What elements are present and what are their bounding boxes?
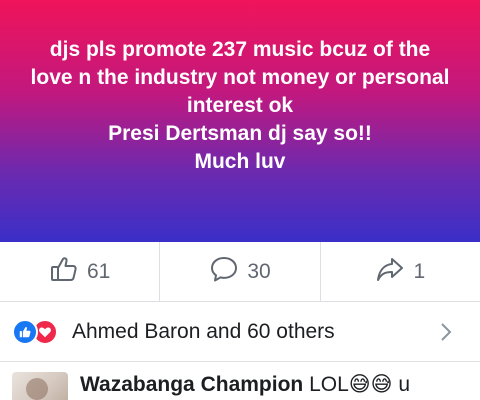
chevron-right-icon	[441, 323, 452, 341]
share-button[interactable]: 1	[321, 242, 480, 301]
comment-item: Wazabanga Champion LOL😅😅 u	[0, 362, 480, 400]
reactions-summary-text: Ahmed Baron and 60 others	[72, 319, 335, 343]
comment-author[interactable]: Wazabanga Champion	[80, 373, 303, 396]
share-arrow-icon	[375, 254, 405, 290]
share-count: 1	[413, 259, 426, 283]
thumbs-up-icon	[49, 254, 79, 290]
status-post-card: djs pls promote 237 music bcuz of the lo…	[0, 0, 480, 242]
like-reaction-icon	[12, 318, 38, 345]
status-text: djs pls promote 237 music bcuz of the lo…	[30, 38, 450, 173]
commenter-avatar[interactable]	[12, 372, 68, 400]
like-button[interactable]: 61	[0, 242, 161, 301]
reaction-icons	[12, 318, 66, 345]
comment-text: LOL😅😅 u	[309, 373, 411, 396]
speech-bubble-icon	[209, 254, 239, 290]
action-bar: 61 30 1	[0, 242, 480, 302]
like-count: 61	[86, 259, 111, 283]
reactions-summary-row[interactable]: Ahmed Baron and 60 others	[0, 302, 480, 362]
comment-count: 30	[247, 259, 271, 283]
comment-body: Wazabanga Champion LOL😅😅 u	[80, 372, 410, 398]
comment-button[interactable]: 30	[160, 242, 321, 301]
